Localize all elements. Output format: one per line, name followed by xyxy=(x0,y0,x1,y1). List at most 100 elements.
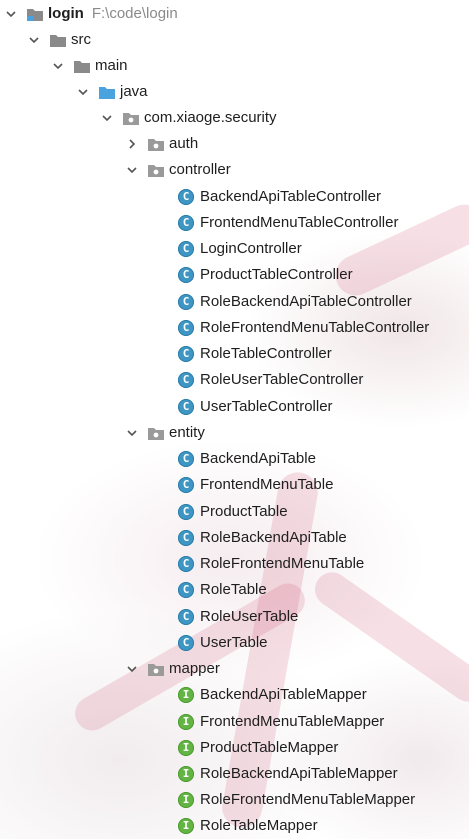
tree-leaf-class[interactable]: C ProductTableController xyxy=(0,262,469,288)
tree-node-label: RoleTableMapper xyxy=(200,817,318,834)
chevron-down-icon[interactable] xyxy=(125,163,139,177)
tree-node-label: LoginController xyxy=(200,240,302,257)
tree-node-label: ProductTable xyxy=(200,503,288,520)
class-icon: C xyxy=(178,399,194,415)
tree-leaf-interface[interactable]: I RoleFrontendMenuTableMapper xyxy=(0,787,469,813)
class-icon: C xyxy=(178,189,194,205)
tree-node-label: controller xyxy=(169,161,231,178)
tree-leaf-interface[interactable]: I RoleBackendApiTableMapper xyxy=(0,761,469,787)
interface-icon: I xyxy=(178,818,194,834)
folder-icon xyxy=(49,32,67,48)
interface-icon: I xyxy=(178,740,194,756)
tree-node-label: main xyxy=(95,57,128,74)
class-icon: C xyxy=(178,320,194,336)
tree-leaf-class[interactable]: C BackendApiTableController xyxy=(0,184,469,210)
tree-node-label: auth xyxy=(169,135,199,152)
class-icon: C xyxy=(178,530,194,546)
tree-leaf-class[interactable]: C RoleFrontendMenuTable xyxy=(0,551,469,577)
tree-leaf-class[interactable]: C RoleUserTable xyxy=(0,604,469,630)
tree-leaf-class[interactable]: C FrontendMenuTable xyxy=(0,472,469,498)
class-icon: C xyxy=(178,451,194,467)
tree-node-src[interactable]: src xyxy=(0,27,469,53)
tree-leaf-interface[interactable]: I ProductTableMapper xyxy=(0,735,469,761)
tree-node-label: src xyxy=(71,31,91,48)
tree-node-java[interactable]: java xyxy=(0,79,469,105)
tree-node-mapper[interactable]: mapper xyxy=(0,656,469,682)
tree-node-label: RoleTableController xyxy=(200,345,332,362)
interface-icon: I xyxy=(178,766,194,782)
chevron-down-icon[interactable] xyxy=(125,426,139,440)
tree-node-label: UserTable xyxy=(200,634,268,651)
tree-node-label: RoleFrontendMenuTable xyxy=(200,555,365,572)
project-path: F:\code\login xyxy=(91,5,178,22)
tree-leaf-class[interactable]: C RoleBackendApiTable xyxy=(0,525,469,551)
class-icon: C xyxy=(178,635,194,651)
tree-node-auth[interactable]: auth xyxy=(0,131,469,157)
tree-leaf-interface[interactable]: I FrontendMenuTableMapper xyxy=(0,709,469,735)
tree-leaf-class[interactable]: C RoleFrontendMenuTableController xyxy=(0,315,469,341)
class-icon: C xyxy=(178,609,194,625)
project-name: login xyxy=(48,5,84,22)
package-icon xyxy=(122,110,140,126)
tree-leaf-class[interactable]: C LoginController xyxy=(0,236,469,262)
tree-leaf-class[interactable]: C RoleBackendApiTableController xyxy=(0,289,469,315)
tree-node-label: ProductTableMapper xyxy=(200,739,339,756)
tree-node-label: RoleBackendApiTableMapper xyxy=(200,765,398,782)
source-folder-icon xyxy=(98,84,116,100)
tree-node-controller[interactable]: controller xyxy=(0,157,469,183)
folder-icon xyxy=(26,6,44,22)
package-icon xyxy=(147,661,165,677)
tree-node-label: BackendApiTable xyxy=(200,450,316,467)
class-icon: C xyxy=(178,267,194,283)
tree-node-entity[interactable]: entity xyxy=(0,420,469,446)
class-icon: C xyxy=(178,215,194,231)
class-icon: C xyxy=(178,346,194,362)
project-tree: login F:\code\login src main java com.xi… xyxy=(0,0,469,839)
tree-node-label: BackendApiTableMapper xyxy=(200,686,367,703)
class-icon: C xyxy=(178,556,194,572)
chevron-down-icon[interactable] xyxy=(27,33,41,47)
package-icon xyxy=(147,136,165,152)
tree-node-label: mapper xyxy=(169,660,220,677)
tree-node-label: RoleBackendApiTable xyxy=(200,529,347,546)
tree-node-label: entity xyxy=(169,424,205,441)
tree-node-label: FrontendMenuTable xyxy=(200,476,334,493)
tree-node-package[interactable]: com.xiaoge.security xyxy=(0,105,469,131)
tree-node-label: RoleUserTable xyxy=(200,608,299,625)
package-icon xyxy=(147,425,165,441)
package-icon xyxy=(147,162,165,178)
chevron-right-icon[interactable] xyxy=(125,137,139,151)
tree-leaf-interface[interactable]: I BackendApiTableMapper xyxy=(0,682,469,708)
tree-leaf-class[interactable]: C BackendApiTable xyxy=(0,446,469,472)
tree-node-label: RoleFrontendMenuTableController xyxy=(200,319,430,336)
class-icon: C xyxy=(178,477,194,493)
tree-leaf-interface[interactable]: I RoleTableMapper xyxy=(0,813,469,839)
tree-node-label: FrontendMenuTableController xyxy=(200,214,399,231)
tree-leaf-class[interactable]: C UserTable xyxy=(0,630,469,656)
tree-node-label: ProductTableController xyxy=(200,266,353,283)
class-icon: C xyxy=(178,372,194,388)
tree-leaf-class[interactable]: C FrontendMenuTableController xyxy=(0,210,469,236)
class-icon: C xyxy=(178,241,194,257)
chevron-down-icon[interactable] xyxy=(125,662,139,676)
tree-leaf-class[interactable]: C ProductTable xyxy=(0,499,469,525)
tree-node-label: BackendApiTableController xyxy=(200,188,381,205)
chevron-down-icon[interactable] xyxy=(76,85,90,99)
interface-icon: I xyxy=(178,714,194,730)
tree-node-main[interactable]: main xyxy=(0,53,469,79)
tree-node-label: RoleBackendApiTableController xyxy=(200,293,412,310)
chevron-down-icon[interactable] xyxy=(100,111,114,125)
tree-leaf-class[interactable]: C RoleUserTableController xyxy=(0,367,469,393)
tree-node-root[interactable]: login F:\code\login xyxy=(0,1,469,27)
tree-leaf-class[interactable]: C RoleTable xyxy=(0,577,469,603)
tree-leaf-class[interactable]: C UserTableController xyxy=(0,394,469,420)
class-icon: C xyxy=(178,582,194,598)
tree-node-label: RoleUserTableController xyxy=(200,371,364,388)
chevron-down-icon[interactable] xyxy=(4,7,18,21)
tree-leaf-class[interactable]: C RoleTableController xyxy=(0,341,469,367)
tree-node-label: RoleFrontendMenuTableMapper xyxy=(200,791,416,808)
tree-node-label: UserTableController xyxy=(200,398,333,415)
interface-icon: I xyxy=(178,792,194,808)
tree-node-label: RoleTable xyxy=(200,581,267,598)
chevron-down-icon[interactable] xyxy=(51,59,65,73)
